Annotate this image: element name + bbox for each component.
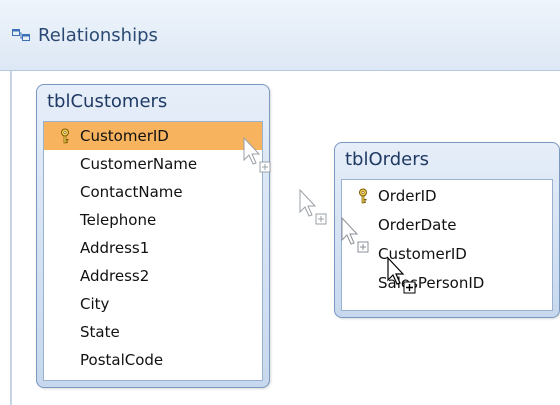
field-label: CustomerID	[80, 127, 169, 145]
field-telephone[interactable]: Telephone	[44, 206, 262, 234]
field-city[interactable]: City	[44, 290, 262, 318]
drag-copy-cursor-icon	[299, 188, 327, 225]
field-address1[interactable]: Address1	[44, 234, 262, 262]
primary-key-icon	[61, 128, 69, 144]
tab-header: Relationships	[12, 0, 560, 70]
field-list[interactable]: CustomerID CustomerName ContactName Tele…	[43, 121, 263, 381]
field-label: Address1	[80, 239, 150, 257]
canvas-left-border	[10, 71, 12, 405]
field-address2[interactable]: Address2	[44, 262, 262, 290]
primary-key-icon	[359, 188, 367, 204]
field-label: OrderDate	[378, 216, 457, 234]
tab-title: Relationships	[38, 24, 158, 46]
field-label: City	[80, 295, 110, 313]
field-orderid[interactable]: OrderID	[342, 182, 552, 210]
field-salespersonid[interactable]: SalesPersonID	[342, 269, 552, 297]
field-label: PostalCode	[80, 351, 164, 369]
field-label: CustomerName	[80, 155, 198, 173]
table-title[interactable]: tblCustomers	[47, 91, 167, 112]
relationships-tab[interactable]: Relationships	[0, 0, 560, 71]
field-label: Address2	[80, 267, 150, 285]
field-postalcode[interactable]: PostalCode	[44, 346, 262, 374]
field-state[interactable]: State	[44, 318, 262, 346]
field-label: Telephone	[80, 211, 157, 229]
field-customername[interactable]: CustomerName	[44, 150, 262, 178]
field-label: State	[80, 323, 120, 341]
table-title[interactable]: tblOrders	[345, 149, 429, 170]
field-label: ContactName	[80, 183, 183, 201]
drag-copy-cursor-icon	[387, 256, 416, 294]
drag-copy-cursor-icon	[341, 216, 369, 253]
field-contactname[interactable]: ContactName	[44, 178, 262, 206]
table-tblcustomers[interactable]: tblCustomers CustomerID CustomerName Con…	[36, 84, 270, 388]
field-label: OrderID	[378, 187, 437, 205]
relationships-icon	[12, 29, 30, 41]
drag-copy-cursor-icon	[243, 136, 271, 173]
field-customerid[interactable]: CustomerID	[44, 122, 262, 150]
